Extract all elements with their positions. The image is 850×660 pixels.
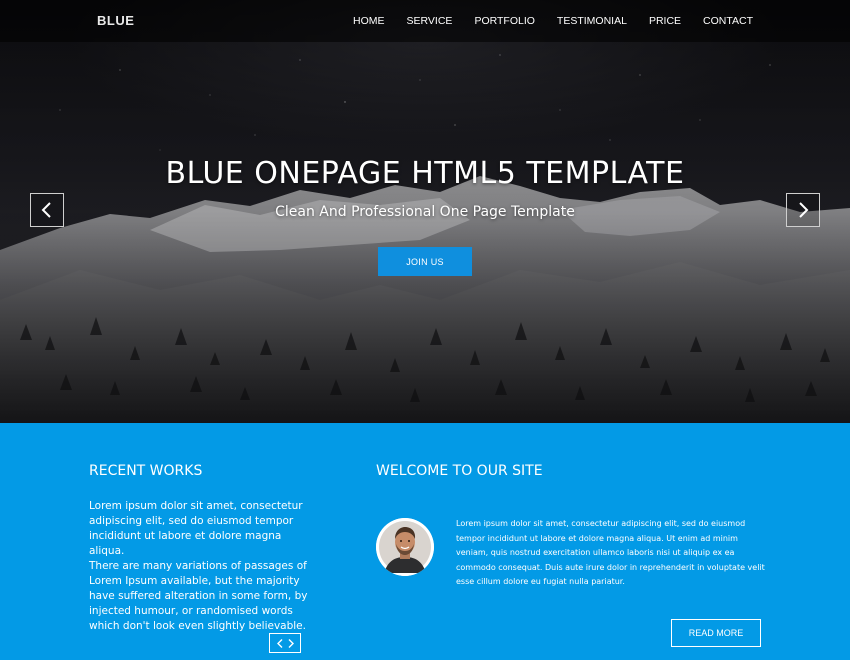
carousel-prev-button[interactable] (30, 193, 64, 227)
chevron-right-icon (799, 202, 809, 218)
chevron-left-icon (41, 202, 51, 218)
nav-testimonial[interactable]: TESTIMONIAL (557, 0, 627, 42)
recent-works-heading: RECENT WORKS (89, 463, 203, 479)
welcome-text: Lorem ipsum dolor sit amet, consectetur … (456, 519, 765, 586)
nav-service[interactable]: SERVICE (407, 0, 453, 42)
hero-banner: BLUE HOME SERVICE PORTFOLIO TESTIMONIAL … (0, 0, 850, 423)
hero-subtitle: Clean And Professional One Page Template (275, 204, 575, 220)
join-us-button[interactable]: JOIN US (378, 247, 472, 276)
top-navbar: BLUE HOME SERVICE PORTFOLIO TESTIMONIAL … (0, 0, 850, 42)
person-photo (376, 518, 434, 576)
recent-works-paragraph-2: There are many variations of passages of… (89, 560, 308, 632)
carousel-next-button[interactable] (786, 193, 820, 227)
nav-portfolio[interactable]: PORTFOLIO (474, 0, 534, 42)
brand-logo[interactable]: BLUE (97, 13, 134, 28)
nav-price[interactable]: PRICE (649, 0, 681, 42)
chevron-right-icon[interactable] (288, 638, 294, 648)
welcome-heading: WELCOME TO OUR SITE (376, 463, 543, 479)
hero-title: BLUE ONEPAGE HTML5 TEMPLATE (165, 156, 685, 191)
recent-works-paragraph-1: Lorem ipsum dolor sit amet, consectetur … (89, 500, 303, 557)
main-menu: HOME SERVICE PORTFOLIO TESTIMONIAL PRICE… (331, 0, 753, 42)
read-more-button[interactable]: READ MORE (671, 619, 761, 647)
nav-home[interactable]: HOME (353, 0, 385, 42)
chevron-left-icon[interactable] (276, 638, 283, 648)
nav-contact[interactable]: CONTACT (703, 0, 753, 42)
avatar (376, 518, 434, 576)
recent-works-pager[interactable] (269, 633, 301, 653)
